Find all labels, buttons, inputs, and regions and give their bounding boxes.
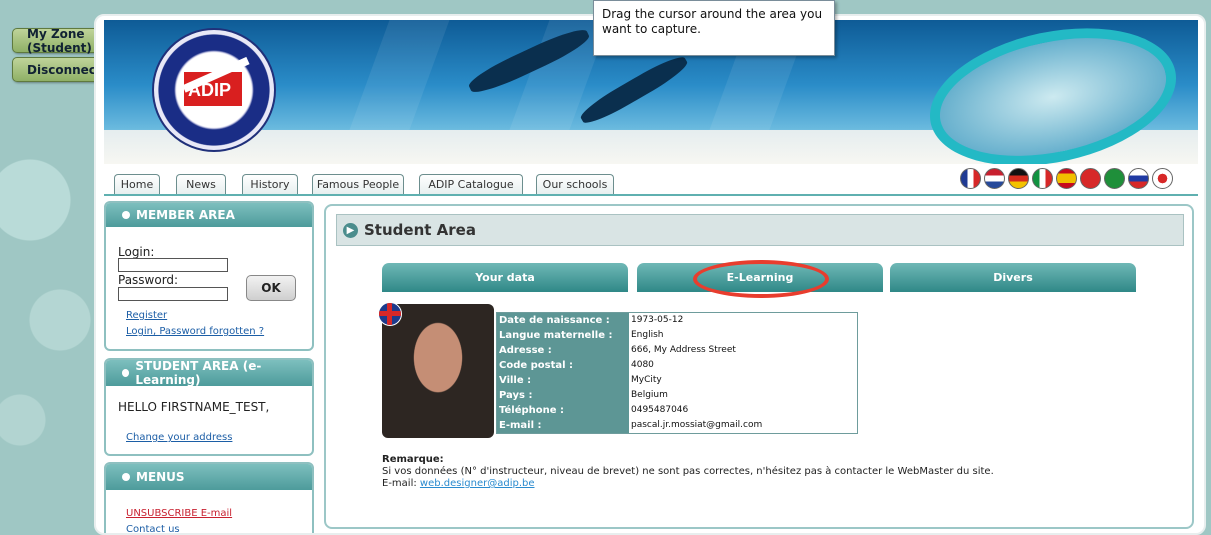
user-info-table: Date de naissance :1973-05-12 Langue mat… (496, 312, 858, 434)
remark-text: Si vos données (N° d'instructeur, niveau… (382, 466, 994, 477)
page-container: ADIP Home News History Famous People ADI… (94, 14, 1206, 535)
tab-your-data[interactable]: Your data (382, 263, 628, 292)
nav-tab-our-schools[interactable]: Our schools (536, 174, 614, 194)
menus-panel: MENUS UNSUBSCRIBE E-mail Contact us (104, 462, 314, 533)
info-row: Téléphone :0495487046 (497, 403, 689, 418)
greeting-text: HELLO FIRSTNAME_TEST, (118, 400, 270, 414)
remark-block: Remarque: Si vos données (N° d'instructe… (382, 454, 994, 490)
info-row: E-mail : pascal.jr.mossiat@gmail.com (497, 418, 763, 433)
info-row: Ville : MyCity (497, 373, 662, 388)
arrow-right-icon: ▶ (343, 222, 358, 238)
highlight-circle (693, 260, 829, 298)
spanish-flag-icon[interactable] (1056, 168, 1077, 189)
email-line: E-mail: web.designer@adip.be (382, 478, 994, 490)
member-area-panel: MEMBER AREA Login: Password: OK Register… (104, 201, 314, 351)
student-area-panel: STUDENT AREA (e-Learning) HELLO FIRSTNAM… (104, 358, 314, 456)
nav-tab-adip-catalogue[interactable]: ADIP Catalogue (419, 174, 523, 194)
capture-tooltip: Drag the cursor around the area you want… (593, 0, 835, 56)
japanese-flag-icon[interactable] (1152, 168, 1173, 189)
page-title: ▶ Student Area (336, 214, 1184, 246)
nav-tab-news[interactable]: News (176, 174, 226, 194)
login-input[interactable] (118, 258, 228, 272)
info-row: Date de naissance :1973-05-12 (497, 313, 684, 328)
info-row: Code postal :4080 (497, 358, 654, 373)
change-address-link[interactable]: Change your address (126, 432, 232, 443)
info-row: Pays : Belgium (497, 388, 668, 403)
ok-button[interactable]: OK (246, 275, 296, 301)
taiwan-flag-icon[interactable] (1080, 168, 1101, 189)
nav-tab-famous-people[interactable]: Famous People (312, 174, 404, 194)
register-link[interactable]: Register (126, 310, 167, 321)
dutch-flag-icon[interactable] (984, 168, 1005, 189)
adip-logo[interactable]: ADIP (152, 28, 276, 152)
diver-silhouette (577, 51, 691, 129)
unsubscribe-link[interactable]: UNSUBSCRIBE E-mail (126, 508, 232, 519)
member-area-header: MEMBER AREA (106, 203, 312, 227)
profile-photo (382, 304, 494, 438)
password-input[interactable] (118, 287, 228, 301)
remark-title: Remarque: (382, 454, 444, 465)
german-flag-icon[interactable] (1008, 168, 1029, 189)
webmaster-email-link[interactable]: web.designer@adip.be (420, 478, 535, 489)
russian-flag-icon[interactable] (1128, 168, 1149, 189)
student-area-header: STUDENT AREA (e-Learning) (106, 360, 312, 387)
arabic-flag-icon[interactable] (1104, 168, 1125, 189)
password-label: Password: (118, 273, 179, 287)
uk-flag-icon (378, 302, 402, 326)
info-row: Langue maternelle : English (497, 328, 664, 343)
email-label: E-mail: (382, 478, 417, 489)
nav-tab-home[interactable]: Home (114, 174, 160, 194)
menus-header: MENUS (106, 464, 312, 490)
login-label: Login: (118, 245, 155, 259)
french-flag-icon[interactable] (960, 168, 981, 189)
contact-link[interactable]: Contact us (126, 524, 180, 533)
nav-tab-history[interactable]: History (242, 174, 298, 194)
forgot-password-link[interactable]: Login, Password forgotten ? (126, 326, 264, 337)
tab-divers[interactable]: Divers (890, 263, 1136, 292)
main-content: ▶ Student Area Your data E-Learning Diver… (324, 204, 1194, 529)
italian-flag-icon[interactable] (1032, 168, 1053, 189)
main-navigation: Home News History Famous People ADIP Cat… (104, 168, 1198, 196)
info-row: Adresse :666, My Address Street (497, 343, 736, 358)
